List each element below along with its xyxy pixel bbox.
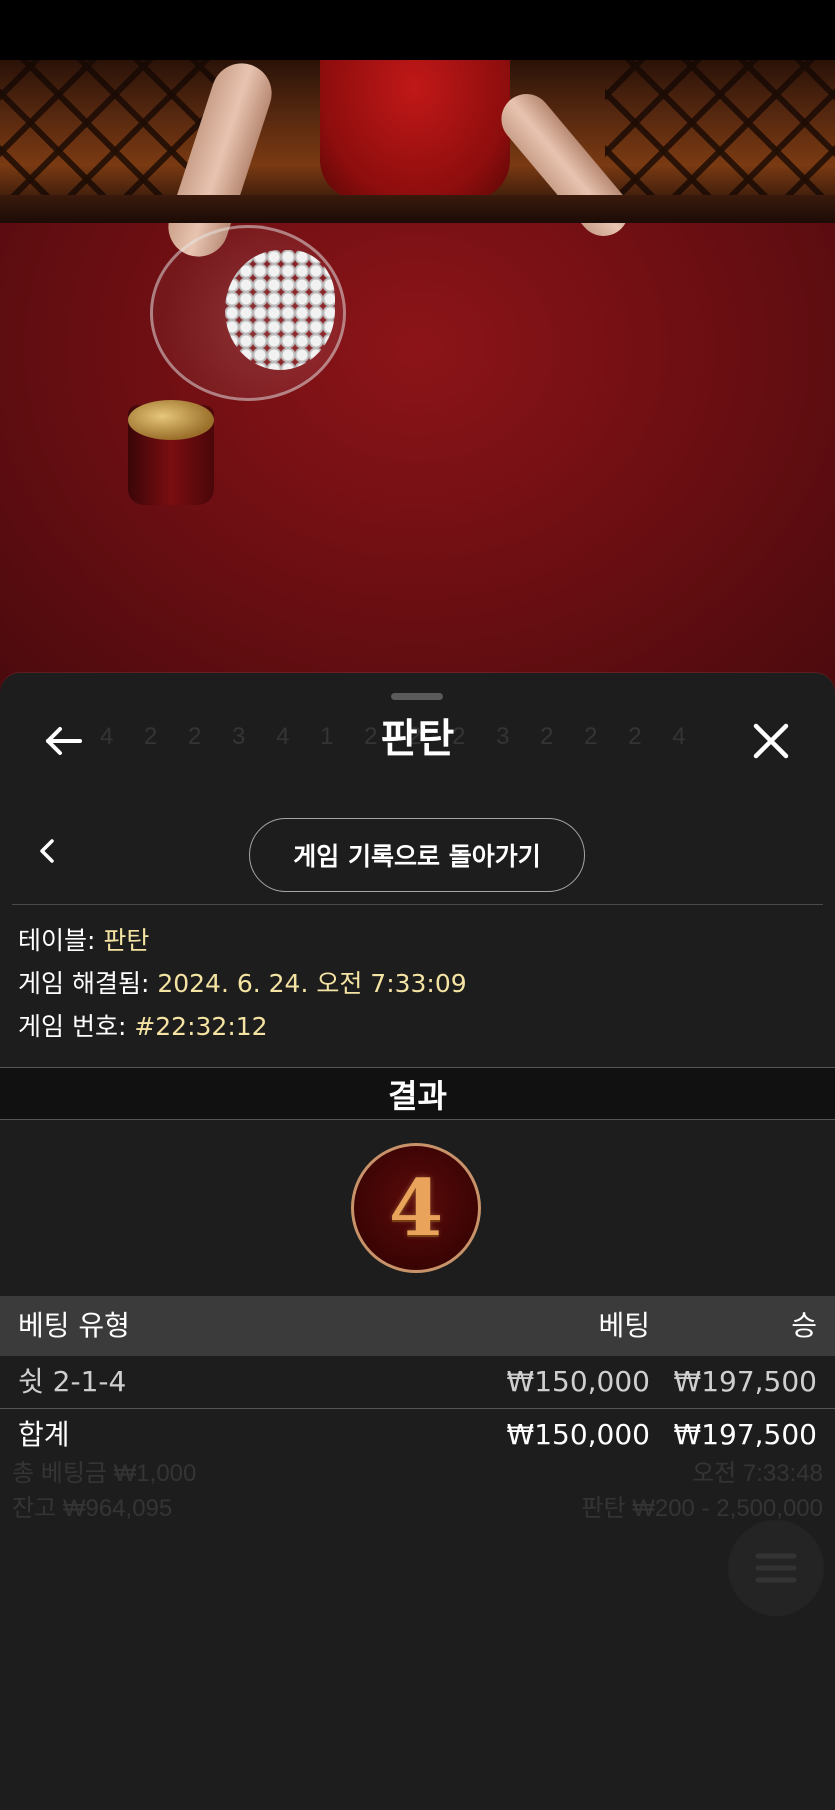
total-label: 합계: [18, 1418, 70, 1451]
row-bet-amount: ₩150,000: [506, 1365, 650, 1398]
white-beads: [225, 250, 335, 370]
table-row: 쉿 2-1-4 ₩150,000 ₩197,500: [0, 1356, 835, 1408]
info-number-label: 게임 번호:: [18, 1012, 127, 1041]
sheet-drag-handle[interactable]: [391, 693, 443, 700]
header-bet-type: 베팅 유형: [18, 1309, 130, 1342]
info-table-label: 테이블:: [18, 926, 96, 955]
gold-cup-top: [128, 400, 214, 440]
info-number-value: #22:32:12: [134, 1012, 268, 1041]
game-detail-sheet: 4 2 2 3 4 1 2 2 2 3 2 2 2 4 총 베팅금 ₩1,000…: [0, 673, 835, 1810]
table-total-row: 합계 ₩150,000 ₩197,500: [0, 1409, 835, 1461]
total-bet-amount: ₩150,000: [506, 1418, 650, 1451]
video-lattice-right: [605, 60, 835, 210]
table-rail: [0, 195, 835, 223]
back-to-history-button[interactable]: 게임 기록으로 돌아가기: [249, 818, 585, 892]
info-resolved-value: 2024. 6. 24. 오전 7:33:09: [157, 969, 467, 998]
result-number-badge: 4: [351, 1143, 481, 1273]
background-table-limit: 판탄 ₩200 - 2,500,000: [581, 1495, 823, 1522]
divider: [12, 904, 823, 905]
total-win-amount: ₩197,500: [673, 1418, 817, 1451]
info-table-row: 테이블: 판탄: [18, 925, 149, 957]
dealer-dress: [320, 60, 510, 200]
row-bet-type: 쉿 2-1-4: [18, 1365, 127, 1398]
status-bar: [0, 0, 835, 60]
menu-icon: [728, 1520, 824, 1616]
result-heading: 결과: [0, 1067, 835, 1120]
live-video-feed: [0, 60, 835, 700]
close-icon[interactable]: [748, 718, 794, 764]
background-balance: 잔고 ₩964,095: [12, 1495, 173, 1522]
page-title: 판탄: [380, 716, 455, 762]
info-table-value: 판탄: [103, 926, 150, 955]
info-resolved-label: 게임 해결됨:: [18, 969, 150, 998]
chevron-left-icon[interactable]: [30, 833, 66, 869]
info-number-row: 게임 번호: #22:32:12: [18, 1011, 268, 1043]
info-resolved-row: 게임 해결됨: 2024. 6. 24. 오전 7:33:09: [18, 968, 467, 1000]
row-win-amount: ₩197,500: [673, 1365, 817, 1398]
header-bet: 베팅: [598, 1309, 650, 1342]
header-win: 승: [791, 1309, 817, 1342]
bets-table-header: 베팅 유형 베팅 승: [0, 1296, 835, 1356]
